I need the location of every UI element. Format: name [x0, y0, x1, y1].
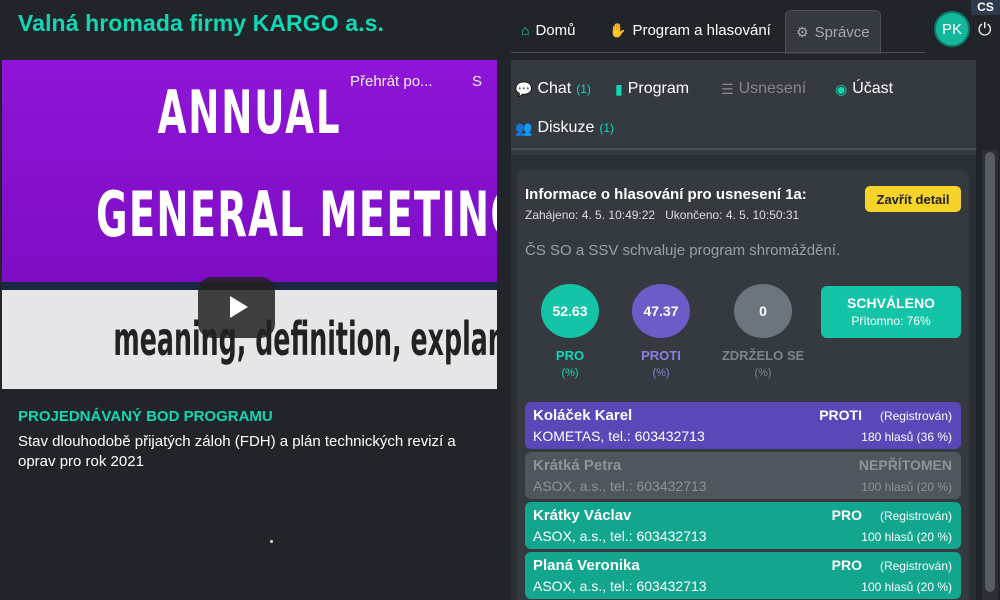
voter-row[interactable]: Koláček Karel KOMETAS, tel.: 603432713 P…	[525, 402, 961, 449]
vote-ended: Ukončeno: 4. 5. 10:50:31	[665, 208, 800, 222]
voter-registration: (Registrován)	[879, 509, 952, 523]
video-thumbnail-line2: GENERAL MEETING	[96, 178, 497, 251]
abstain-unit: (%)	[754, 367, 772, 379]
subtab-divider	[511, 148, 976, 150]
pro-unit: (%)	[561, 367, 579, 379]
book-icon: ▮	[615, 80, 623, 97]
abstain-label: ZDRŽELO SE	[721, 348, 805, 363]
subtab-program-label: Program	[627, 80, 690, 97]
video-player[interactable]: ANNUAL GENERAL MEETING meaning, definiti…	[2, 60, 497, 389]
avatar[interactable]: PK	[934, 11, 970, 47]
power-icon[interactable]: ⏻	[978, 20, 991, 40]
abstain-percent-circle: 0	[734, 284, 792, 338]
vote-detail-card: Informace o hlasování pro usnesení 1a: Z…	[517, 170, 969, 600]
subtab-chat[interactable]: 💬 Chat (1)	[515, 80, 591, 98]
proti-percent-circle: 47.37	[632, 284, 690, 338]
voter-votes: 180 hlasů (36 %)	[861, 430, 952, 444]
voter-votes: 100 hlasů (20 %)	[861, 580, 952, 594]
voter-status: NEPŘÍTOMEN	[858, 457, 952, 473]
proti-unit: (%)	[652, 367, 670, 379]
voter-votes: 100 hlasů (20 %)	[861, 530, 952, 544]
tab-home[interactable]: ⌂ Domů	[511, 10, 585, 50]
tab-admin-label: Správce	[814, 24, 870, 41]
tab-program-vote-label: Program a hlasování	[632, 21, 771, 39]
chat-icon: 💬	[515, 80, 533, 97]
hand-icon: ✋	[609, 21, 627, 38]
subtab-chat-count: (1)	[576, 82, 591, 96]
scrollbar-thumb[interactable]	[985, 152, 995, 592]
language-badge[interactable]: CS	[971, 0, 1000, 15]
voter-registration: (Registrován)	[879, 559, 952, 573]
proti-label: PROTI	[641, 348, 681, 363]
subtab-resolutions[interactable]: ☰ Usnesení	[721, 80, 806, 98]
home-icon: ⌂	[521, 22, 530, 38]
tab-admin[interactable]: ⚙ Správce	[785, 10, 881, 54]
tab-program-vote[interactable]: ✋ Program a hlasování	[599, 10, 781, 50]
subtab-discussion[interactable]: 👥 Diskuze (1)	[515, 119, 614, 137]
vote-title: Informace o hlasování pro usnesení 1a:	[525, 186, 807, 203]
close-detail-button[interactable]: Zavřít detail	[865, 186, 961, 212]
vote-times: Zahájeno: 4. 5. 10:49:22 Ukončeno: 4. 5.…	[525, 208, 799, 222]
video-overlay-title[interactable]: Přehrát po...	[350, 73, 433, 90]
user-circle-icon: ◉	[835, 80, 848, 97]
agenda-label: PROJEDNÁVANÝ BOD PROGRAMU	[18, 408, 273, 425]
scrollbar[interactable]	[982, 150, 998, 600]
subtab-discussion-label: Diskuze	[537, 119, 595, 136]
users-icon: 👥	[515, 119, 533, 136]
vote-started: Zahájeno: 4. 5. 10:49:22	[525, 208, 656, 222]
voter-row[interactable]: Krátká Petra ASOX, a.s., tel.: 603432713…	[525, 452, 961, 499]
voter-row[interactable]: Planá Veronika ASOX, a.s., tel.: 6034327…	[525, 552, 961, 599]
top-nav: ⌂ Domů ✋ Program a hlasování ⚙ Správce	[511, 10, 1000, 58]
vote-description: ČS SO a SSV schvaluje program shromážděn…	[525, 242, 841, 259]
nav-divider	[511, 52, 925, 53]
subtab-attendance-label: Účast	[852, 80, 894, 97]
voter-votes: 100 hlasů (20 %)	[861, 480, 952, 494]
pro-label: PRO	[555, 348, 585, 363]
subtab-attendance[interactable]: ◉ Účast	[835, 80, 893, 98]
agenda-text: Stav dlouhodobě přijatých záloh (FDH) a …	[18, 433, 456, 470]
result-badge: SCHVÁLENO Přítomno: 76%	[821, 286, 961, 338]
subtab-resolutions-label: Usnesení	[738, 80, 807, 97]
subtab-program[interactable]: ▮ Program	[615, 80, 689, 98]
tab-home-label: Domů	[535, 21, 576, 39]
list-icon: ☰	[721, 80, 734, 97]
subtab-chat-label: Chat	[537, 80, 572, 97]
video-overlay-s[interactable]: S	[472, 73, 482, 90]
subtab-discussion-count: (1)	[599, 121, 615, 135]
voter-row[interactable]: Krátky Václav ASOX, a.s., tel.: 60343271…	[525, 502, 961, 549]
result-label: SCHVÁLENO	[847, 295, 935, 311]
play-button[interactable]	[198, 277, 275, 338]
app-title: Valná hromada firmy KARGO a.s.	[18, 10, 385, 36]
pro-percent-circle: 52.63	[541, 284, 599, 338]
result-present: Přítomno: 76%	[851, 314, 931, 328]
decor-dot	[270, 540, 273, 543]
gear-icon: ⚙	[796, 24, 809, 40]
voter-registration: (Registrován)	[879, 409, 952, 423]
